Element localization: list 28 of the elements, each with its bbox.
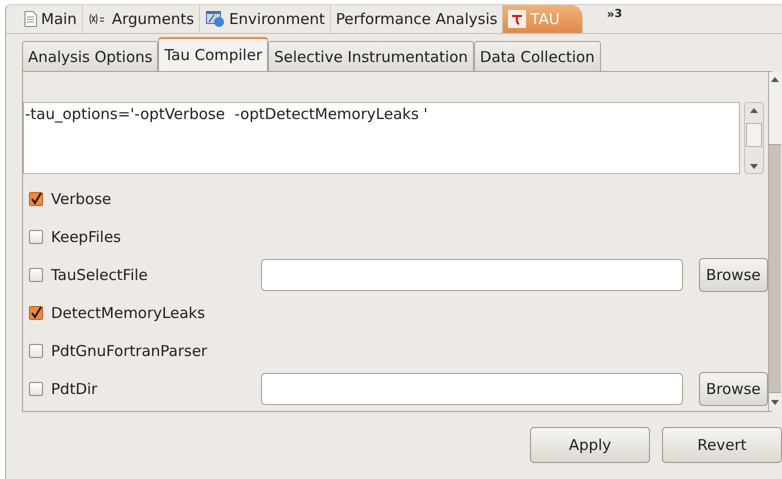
browse-button[interactable]: Browse [699, 258, 768, 292]
option-label: PdtDir [51, 380, 98, 398]
tau-icon [508, 10, 526, 28]
browse-button[interactable]: Browse [699, 372, 768, 406]
checkbox[interactable] [29, 306, 43, 320]
window-globe-icon [205, 10, 226, 28]
sub-tab[interactable]: Analysis Options [22, 41, 158, 71]
scrollbar[interactable] [768, 72, 781, 411]
option-label: Verbose [51, 190, 112, 208]
path-field[interactable] [261, 373, 683, 405]
option-label: PdtGnuFortranParser [51, 342, 208, 360]
option-label: KeepFiles [51, 228, 122, 246]
checkbox[interactable] [29, 344, 43, 358]
checkbox[interactable] [29, 230, 43, 244]
checkbox[interactable] [29, 268, 43, 282]
sub-tab[interactable]: Tau Compiler [158, 37, 268, 71]
sub-tab[interactable]: Data Collection [474, 41, 601, 71]
options-text-area[interactable]: -tau_options='-optVerbose -optDetectMemoryLeaks ' [23, 102, 740, 174]
path-field[interactable] [261, 259, 683, 291]
scrollbar[interactable] [744, 102, 764, 174]
checkbox[interactable] [29, 382, 43, 396]
option-label: DetectMemoryLeaks [51, 304, 206, 322]
checkbox[interactable] [29, 192, 43, 206]
option-label: TauSelectFile [51, 266, 149, 284]
action-button[interactable]: Apply [530, 427, 650, 463]
document-icon [24, 11, 37, 27]
sub-tab[interactable]: Selective Instrumentation [268, 41, 474, 71]
action-button[interactable]: Revert [662, 427, 782, 463]
